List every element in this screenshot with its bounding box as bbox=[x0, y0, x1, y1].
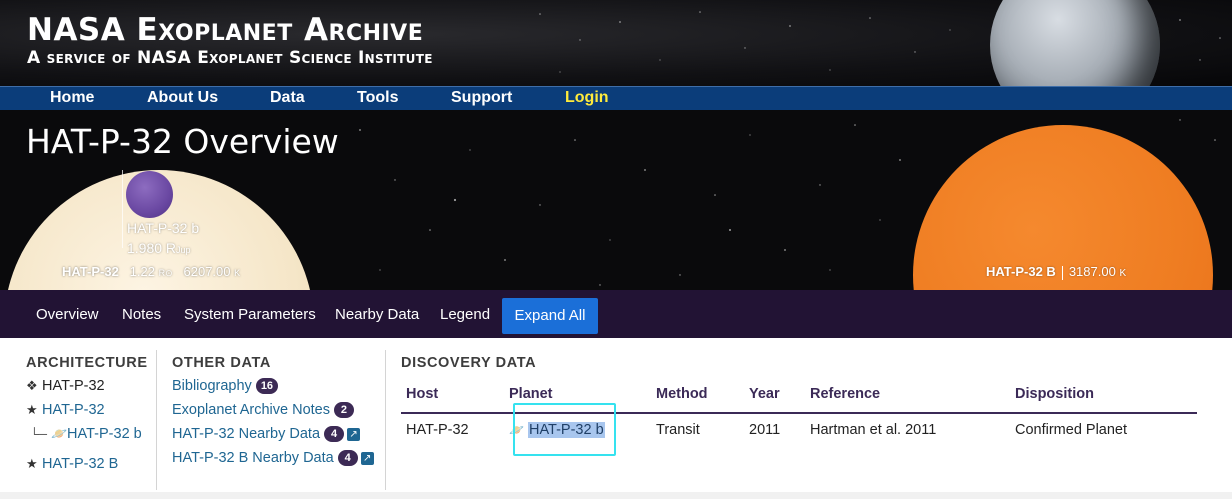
column-header-host: Host bbox=[406, 386, 439, 402]
companion-temp-value: 3187.00 bbox=[1068, 264, 1116, 279]
tree-branch-icon: └─ bbox=[30, 427, 48, 441]
planet-radius-unit: Jup bbox=[176, 245, 191, 255]
companion-temp-unit: K bbox=[1119, 268, 1127, 279]
planet-link[interactable]: HAT-P-32 b bbox=[67, 426, 142, 442]
site-banner: NASA Exoplanet Archive A service of NASA… bbox=[0, 0, 1232, 86]
section-navigation: Overview Notes System Parameters Nearby … bbox=[0, 290, 1232, 338]
count-badge: 16 bbox=[255, 378, 279, 395]
host-star-link[interactable]: HAT-P-32 bbox=[42, 402, 105, 418]
nav-about-us[interactable]: About Us bbox=[147, 89, 218, 107]
companion-star-label: HAT-P-32 B 3187.00 K bbox=[986, 264, 1126, 280]
host-nearby-data-link[interactable]: HAT-P-32 Nearby Data bbox=[172, 426, 320, 442]
planet-icon: 🪐 bbox=[51, 426, 68, 441]
column-header-planet: Planet bbox=[509, 386, 553, 402]
cell-disposition: Confirmed Planet bbox=[1015, 422, 1128, 438]
companion-nearby-data-link[interactable]: HAT-P-32 B Nearby Data bbox=[172, 450, 334, 466]
architecture-heading: ARCHITECTURE bbox=[26, 355, 148, 371]
host-temp-value: 6207.00 bbox=[183, 264, 231, 279]
column-header-method: Method bbox=[656, 386, 708, 402]
page-title: HAT-P-32 Overview bbox=[26, 122, 339, 161]
planet-guide-line bbox=[122, 170, 123, 248]
tab-legend[interactable]: Legend bbox=[440, 306, 490, 323]
companion-star-name: HAT-P-32 B bbox=[986, 264, 1056, 279]
site-title[interactable]: NASA Exoplanet Archive bbox=[27, 12, 423, 48]
expand-all-button[interactable]: Expand All bbox=[502, 298, 598, 334]
column-header-year: Year bbox=[749, 386, 780, 402]
column-divider bbox=[385, 350, 386, 490]
other-data-item: Bibliography 16 bbox=[172, 378, 279, 395]
other-data-item: HAT-P-32 B Nearby Data 4 ↗ bbox=[172, 450, 374, 467]
planet-name-label: HAT-P-32 b bbox=[127, 220, 200, 236]
bibliography-link[interactable]: Bibliography bbox=[172, 378, 252, 394]
architecture-system-row: ❖ HAT-P-32 bbox=[26, 378, 105, 394]
count-badge: 4 bbox=[324, 426, 345, 443]
nav-support[interactable]: Support bbox=[451, 89, 512, 107]
nav-home[interactable]: Home bbox=[50, 89, 94, 107]
nav-tools[interactable]: Tools bbox=[357, 89, 398, 107]
planet-radius-value: 1.980 bbox=[127, 240, 163, 256]
external-link-icon[interactable]: ↗ bbox=[347, 427, 361, 441]
footer-strip bbox=[0, 492, 1232, 499]
system-icon: ❖ bbox=[26, 378, 38, 393]
site-subtitle: A service of NASA Exoplanet Science Inst… bbox=[27, 48, 433, 68]
other-data-item: Exoplanet Archive Notes 2 bbox=[172, 402, 354, 419]
tab-system-parameters[interactable]: System Parameters bbox=[184, 306, 316, 323]
discovery-heading: DISCOVERY DATA bbox=[401, 355, 537, 371]
discovery-planet-link[interactable]: HAT-P-32 b bbox=[527, 422, 605, 438]
column-header-disposition: Disposition bbox=[1015, 386, 1094, 402]
cell-year: 2011 bbox=[749, 422, 781, 438]
host-radius-value: 1.22 bbox=[129, 264, 155, 279]
column-divider bbox=[156, 350, 157, 490]
tab-notes[interactable]: Notes bbox=[122, 306, 161, 323]
column-header-reference: Reference bbox=[810, 386, 881, 402]
star-icon: ★ bbox=[26, 456, 38, 471]
nav-data[interactable]: Data bbox=[270, 89, 305, 107]
system-label: HAT-P-32 bbox=[42, 378, 105, 394]
reference-link[interactable]: Hartman et al. 2011 bbox=[810, 422, 936, 438]
architecture-host-row: ★ HAT-P-32 bbox=[26, 402, 105, 418]
external-link-icon[interactable]: ↗ bbox=[360, 451, 374, 465]
header-rule bbox=[401, 412, 1197, 414]
tab-nearby-data[interactable]: Nearby Data bbox=[335, 306, 419, 323]
host-star-label: HAT-P-32 1.22 R⊙ 6207.00 K bbox=[62, 264, 241, 279]
other-data-item: HAT-P-32 Nearby Data 4 ↗ bbox=[172, 426, 361, 443]
planet-b-disc[interactable] bbox=[126, 171, 173, 218]
host-star-name: HAT-P-32 bbox=[62, 264, 119, 279]
system-hero: HAT-P-32 b 1.980 RJup HAT-P-32 1.22 R⊙ 6… bbox=[0, 110, 1232, 290]
archive-notes-link[interactable]: Exoplanet Archive Notes bbox=[172, 402, 330, 418]
cell-planet: 🪐 HAT-P-32 b bbox=[509, 422, 605, 438]
cell-method: Transit bbox=[656, 422, 700, 438]
count-badge: 2 bbox=[333, 402, 354, 419]
star-icon: ★ bbox=[26, 402, 38, 417]
cell-host: HAT-P-32 bbox=[406, 422, 469, 438]
moon-image bbox=[990, 0, 1160, 86]
companion-star-link[interactable]: HAT-P-32 B bbox=[42, 456, 118, 472]
overview-content: ARCHITECTURE ❖ HAT-P-32 ★ HAT-P-32 └─ 🪐HAT… bbox=[0, 338, 1232, 499]
top-navigation: Home About Us Data Tools Support Login bbox=[0, 86, 1232, 110]
tab-overview[interactable]: Overview bbox=[36, 306, 99, 323]
planet-radius-label: 1.980 RJup bbox=[127, 240, 191, 256]
architecture-companion-row: ★ HAT-P-32 B bbox=[26, 456, 118, 472]
count-badge: 4 bbox=[337, 450, 358, 467]
other-data-heading: OTHER DATA bbox=[172, 355, 271, 371]
nav-login[interactable]: Login bbox=[565, 89, 609, 107]
planet-icon: 🪐 bbox=[509, 423, 524, 437]
host-temp-unit: K bbox=[234, 268, 241, 278]
architecture-planet-row: └─ 🪐HAT-P-32 b bbox=[30, 426, 142, 442]
